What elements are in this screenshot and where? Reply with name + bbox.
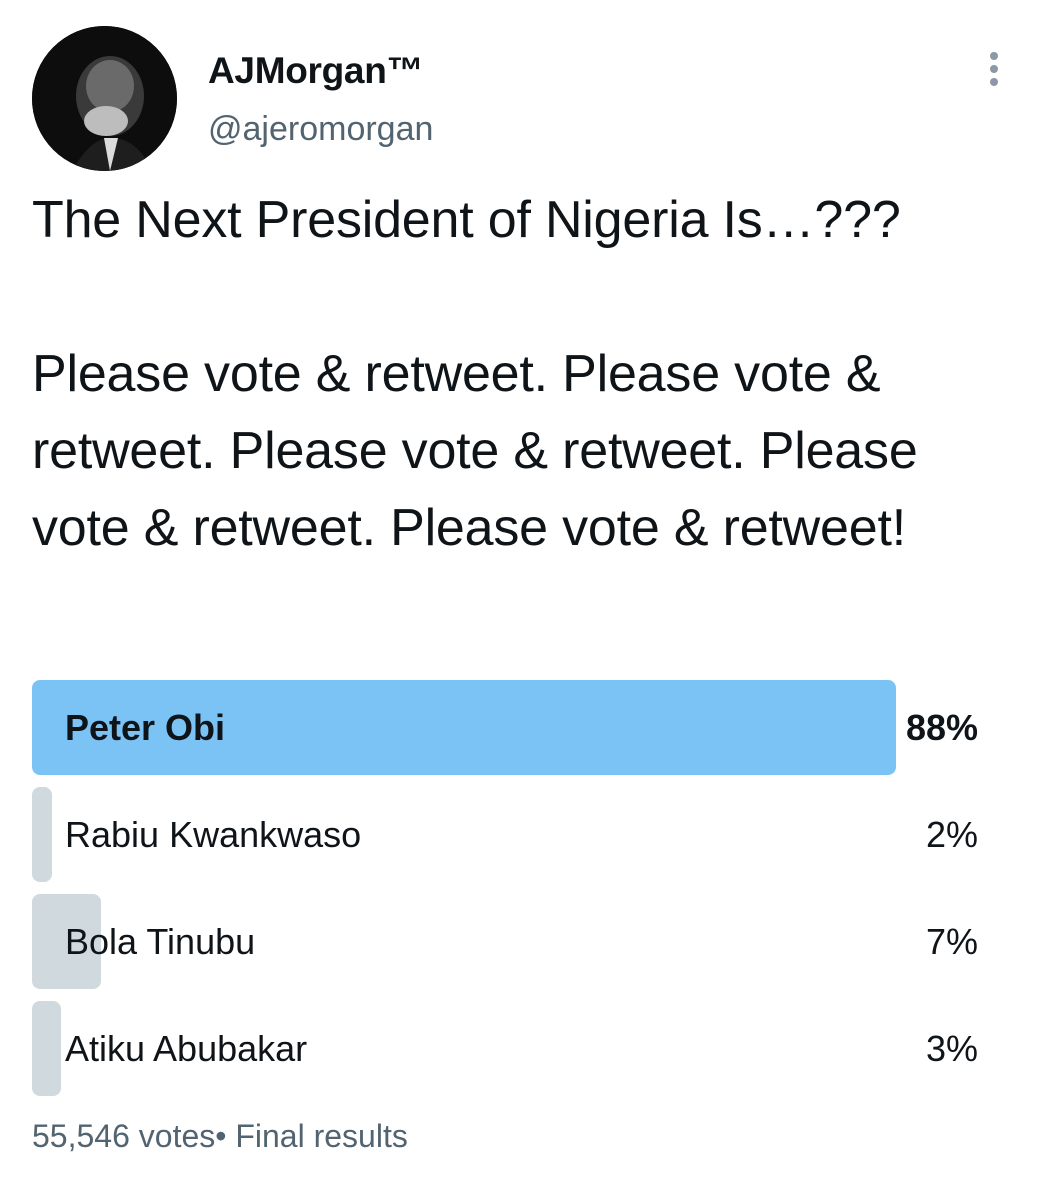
poll-footer: 55,546 votes• Final results	[32, 1118, 408, 1154]
poll-option-label: Atiku Abubakar	[65, 1028, 308, 1069]
author-display-name[interactable]: AJMorgan™	[208, 50, 424, 92]
tweet-text: The Next President of Nigeria Is…??? Ple…	[32, 191, 918, 557]
poll-option-percent: 7%	[925, 921, 978, 962]
avatar[interactable]	[32, 26, 177, 171]
poll-option-percent: 88%	[905, 707, 978, 748]
more-options-button[interactable]	[976, 46, 1012, 92]
poll-result-bar	[32, 787, 52, 882]
poll-option-percent: 2%	[925, 814, 978, 855]
avatar-photo	[32, 26, 177, 171]
poll-option-percent: 3%	[925, 1028, 978, 1069]
poll-option: Bola Tinubu 7%	[32, 894, 982, 989]
poll-option: Atiku Abubakar 3%	[32, 1001, 982, 1096]
poll-option: Peter Obi 88%	[32, 680, 982, 775]
poll-option: Rabiu Kwankwaso 2%	[32, 787, 982, 882]
poll-option-label: Peter Obi	[65, 707, 226, 748]
poll-option-label: Bola Tinubu	[65, 921, 256, 962]
poll-option-label: Rabiu Kwankwaso	[65, 814, 362, 855]
author-handle[interactable]: @ajeromorgan	[208, 110, 433, 149]
poll-result-bar	[32, 1001, 61, 1096]
